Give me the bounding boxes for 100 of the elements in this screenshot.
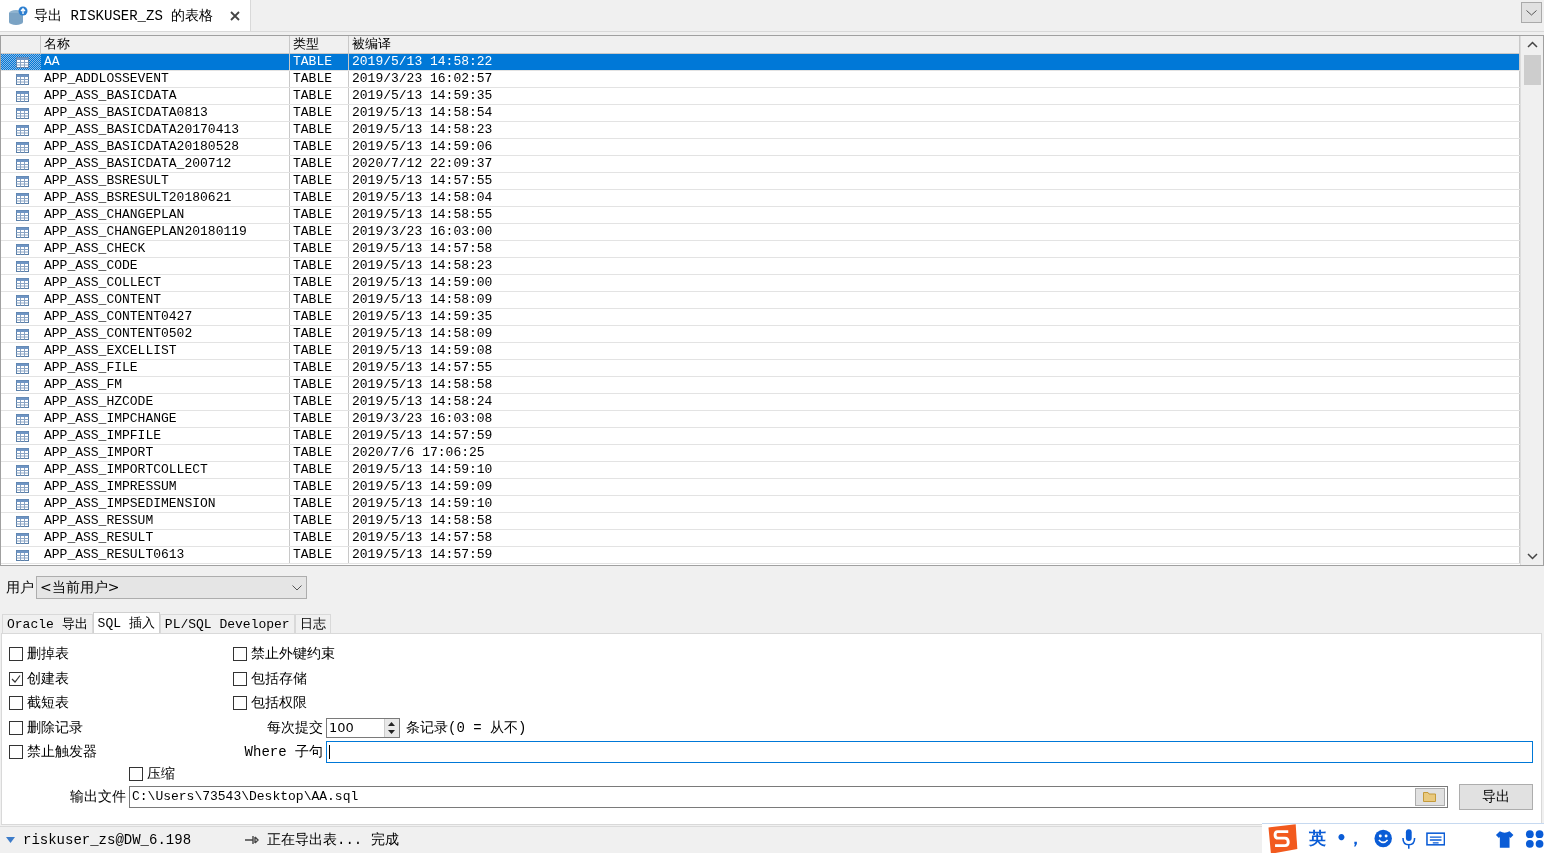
chevron-down-icon <box>1526 9 1537 16</box>
table-cell: APP_ASS_CHECK <box>41 241 290 257</box>
table-row[interactable]: APP_ASS_CONTENT0502 TABLE 2019/5/13 14:58:09 <box>1 326 1520 343</box>
table-cell: APP_ASS_IMPORT <box>41 445 290 461</box>
microphone-icon[interactable] <box>1402 827 1416 850</box>
table-cell: APP_ASS_RESSUM <box>41 513 290 529</box>
table-icon <box>16 277 29 289</box>
table-row[interactable]: APP_ASS_IMPCHANGE TABLE 2019/3/23 16:03:08 <box>1 411 1520 428</box>
keyboard-icon[interactable] <box>1425 830 1446 847</box>
table-icon <box>16 311 29 323</box>
table-row[interactable]: APP_ASS_BSRESULT20180621 TABLE 2019/5/13 14:58:04 <box>1 190 1520 207</box>
close-icon[interactable] <box>230 10 240 21</box>
table-icon <box>16 56 29 68</box>
table-row[interactable]: APP_ASS_CODE TABLE 2019/5/13 14:58:23 <box>1 258 1520 275</box>
smiley-icon[interactable] <box>1373 829 1393 848</box>
tab[interactable]: 日志 <box>294 614 331 633</box>
table-row[interactable]: APP_ASS_CHECK TABLE 2019/5/13 14:57:58 <box>1 241 1520 258</box>
table-row[interactable]: APP_ASS_EXCELLIST TABLE 2019/5/13 14:59:08 <box>1 343 1520 360</box>
table-icon <box>16 260 29 272</box>
triangle-icon[interactable] <box>6 837 15 843</box>
checkbox[interactable]: 包括存储 <box>233 669 1533 688</box>
table-cell: TABLE <box>290 139 349 155</box>
table-row[interactable]: APP_ASS_BASICDATA TABLE 2019/5/13 14:59:35 <box>1 88 1520 105</box>
column-header[interactable]: 类型 <box>290 36 349 53</box>
output-file-label: 输出文件 <box>69 787 127 806</box>
table-row[interactable]: APP_ASS_BASICDATA0813 TABLE 2019/5/13 14:58:54 <box>1 105 1520 122</box>
grid-icon[interactable] <box>1524 828 1544 849</box>
table-row[interactable]: APP_ASS_CONTENT0427 TABLE 2019/5/13 14:59:35 <box>1 309 1520 326</box>
table-cell: APP_ASS_FILE <box>41 360 290 376</box>
browse-button[interactable] <box>1415 787 1445 806</box>
table-icon <box>16 141 29 153</box>
table-cell: TABLE <box>290 241 349 257</box>
table-row[interactable]: APP_ASS_CHANGEPLAN TABLE 2019/5/13 14:58:55 <box>1 207 1520 224</box>
table-cell: APP_ADDLOSSEVENT <box>41 71 290 87</box>
where-field[interactable] <box>326 741 1533 764</box>
tab-title: 导出 RISKUSER_ZS 的表格 <box>34 6 214 25</box>
shirt-icon[interactable] <box>1495 828 1515 849</box>
table-icon <box>16 396 29 408</box>
status-message: 正在导出表... 完成 <box>267 831 399 849</box>
table-cell: APP_ASS_CHANGEPLAN <box>41 207 290 223</box>
ime-language[interactable]: 英 <box>1308 827 1326 850</box>
export-button[interactable]: 导出 <box>1459 783 1533 810</box>
table-cell: APP_ASS_EXCELLIST <box>41 343 290 359</box>
table-cell: TABLE <box>290 275 349 291</box>
table-row[interactable]: APP_ASS_IMPORTCOLLECT TABLE 2019/5/13 14:59:10 <box>1 462 1520 479</box>
table-row[interactable]: APP_ASS_IMPORT TABLE 2020/7/6 17:06:25 <box>1 445 1520 462</box>
scrollbar[interactable] <box>1520 36 1543 565</box>
scroll-thumb[interactable] <box>1523 55 1541 85</box>
table-icon <box>16 379 29 391</box>
table-row[interactable]: APP_ASS_BSRESULT TABLE 2019/5/13 14:57:55 <box>1 173 1520 190</box>
table-cell: TABLE <box>290 513 349 529</box>
table-row[interactable]: APP_ASS_BASICDATA20170413 TABLE 2019/5/13 14:58:23 <box>1 122 1520 139</box>
output-file-field[interactable]: C:\Users\73543\Desktop\AA.sql <box>129 785 1448 808</box>
table-cell: APP_ASS_IMPSEDIMENSION <box>41 496 290 512</box>
table-row[interactable]: APP_ASS_IMPFILE TABLE 2019/5/13 14:57:59 <box>1 428 1520 445</box>
table-row[interactable]: APP_ASS_FILE TABLE 2019/5/13 14:57:55 <box>1 360 1520 377</box>
database-export-icon <box>8 5 28 26</box>
table-row[interactable]: APP_ASS_RESSUM TABLE 2019/5/13 14:58:58 <box>1 513 1520 530</box>
tab[interactable]: Oracle 导出 <box>2 614 93 633</box>
table-row[interactable]: APP_ASS_IMPRESSUM TABLE 2019/5/13 14:59:09 <box>1 479 1520 496</box>
table-row[interactable]: APP_ASS_BASICDATA_200712 TABLE 2020/7/12 22:09:37 <box>1 156 1520 173</box>
checkbox[interactable]: 创建表 <box>9 669 233 688</box>
document-tab[interactable]: 导出 RISKUSER_ZS 的表格 <box>0 0 251 31</box>
table-row[interactable]: APP_ASS_CHANGEPLAN20180119 TABLE 2019/3/23 16:03:00 <box>1 224 1520 241</box>
table-cell: APP_ASS_IMPFILE <box>41 428 290 444</box>
table-icon <box>16 328 29 340</box>
checkbox[interactable]: 删除记录 <box>9 718 233 737</box>
ime-logo-icon[interactable] <box>1266 823 1299 853</box>
table-row[interactable]: APP_ASS_FM TABLE 2019/5/13 14:58:58 <box>1 377 1520 394</box>
ime-punctuation[interactable]: •， <box>1335 827 1364 850</box>
table-cell: TABLE <box>290 530 349 546</box>
table-row[interactable]: APP_ASS_IMPSEDIMENSION TABLE 2019/5/13 14:59:10 <box>1 496 1520 513</box>
checkbox[interactable]: 压缩 <box>129 765 175 783</box>
table-cell: APP_ASS_BSRESULT20180621 <box>41 190 290 206</box>
checkbox[interactable]: 禁止触发器 <box>9 743 233 762</box>
table-cell: TABLE <box>290 445 349 461</box>
table-cell: TABLE <box>290 71 349 87</box>
checkbox[interactable]: 禁止外键约束 <box>233 645 1533 664</box>
table-row[interactable]: APP_ASS_RESULT0613 TABLE 2019/5/13 14:57:59 <box>1 547 1520 564</box>
table-cell: AA <box>41 54 290 70</box>
table-icon <box>16 515 29 527</box>
table-icon <box>16 532 29 544</box>
checkbox[interactable]: 截短表 <box>9 694 233 713</box>
commit-suffix: 条记录(0 = 从不) <box>406 718 527 737</box>
table-icon <box>16 243 29 255</box>
table-row[interactable]: AA TABLE 2019/5/13 14:58:22 <box>1 54 1520 71</box>
checkbox[interactable]: 包括权限 <box>233 694 1533 713</box>
table-row[interactable]: APP_ASS_CONTENT TABLE 2019/5/13 14:58:09 <box>1 292 1520 309</box>
tab[interactable]: SQL 插入 <box>92 612 160 633</box>
table-row[interactable]: APP_ASS_COLLECT TABLE 2019/5/13 14:59:00 <box>1 275 1520 292</box>
user-dropdown[interactable]: <当前用户> <box>36 576 307 599</box>
checkbox[interactable]: 删掉表 <box>9 645 233 664</box>
commit-spinner[interactable]: 100 <box>326 717 400 738</box>
column-header[interactable]: 名称 <box>41 36 290 53</box>
table-row[interactable]: APP_ASS_HZCODE TABLE 2019/5/13 14:58:24 <box>1 394 1520 411</box>
table-icon <box>16 294 29 306</box>
table-row[interactable]: APP_ASS_BASICDATA20180528 TABLE 2019/5/13 14:59:06 <box>1 139 1520 156</box>
table-row[interactable]: APP_ASS_RESULT TABLE 2019/5/13 14:57:58 <box>1 530 1520 547</box>
tab[interactable]: PL/SQL Developer <box>159 614 295 633</box>
table-row[interactable]: APP_ADDLOSSEVENT TABLE 2019/3/23 16:02:57 <box>1 71 1520 88</box>
